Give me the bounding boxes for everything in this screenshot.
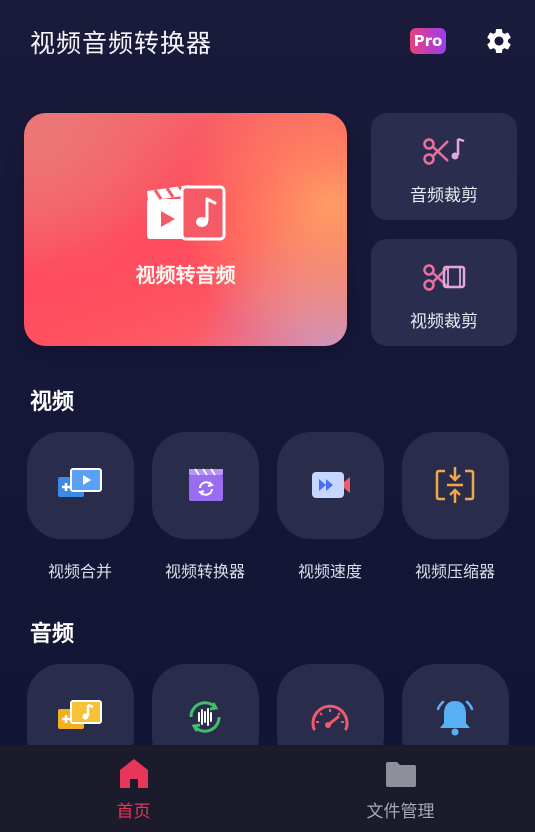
audio-trim-card[interactable]: 音频裁剪 [371, 113, 517, 220]
nav-file-manager[interactable]: 文件管理 [267, 745, 534, 832]
video-scissors-icon [423, 264, 466, 291]
pro-badge-button[interactable]: Pro [410, 28, 446, 54]
video-convert-icon [189, 468, 223, 501]
nav-file-manager-label: 文件管理 [366, 802, 435, 822]
app-title: 视频音频转换器 [30, 29, 213, 58]
audio-speed-icon [311, 704, 349, 731]
audio-convert-icon [189, 701, 221, 733]
video-speed-button[interactable] [277, 432, 384, 539]
audio-section-title: 音频 [30, 622, 75, 647]
nav-home[interactable]: 首页 [0, 745, 267, 832]
app-header: 视频音频转换器 Pro [0, 0, 535, 84]
video-merge-button[interactable] [27, 432, 134, 539]
video-section-title: 视频 [30, 390, 75, 415]
folder-icon [386, 762, 416, 787]
video-trim-label: 视频裁剪 [410, 312, 478, 332]
video-compressor-label: 视频压缩器 [414, 562, 495, 581]
settings-button[interactable] [484, 26, 514, 56]
home-icon [120, 759, 148, 788]
video-compress-icon [435, 467, 475, 503]
bottom-navigation: 首页 文件管理 [0, 745, 535, 832]
audio-scissors-icon [423, 137, 465, 165]
hero-label: 视频转音频 [135, 263, 236, 287]
video-to-audio-icon [147, 185, 226, 241]
audio-trim-label: 音频裁剪 [410, 186, 478, 206]
gear-icon [487, 28, 511, 53]
nav-home-label: 首页 [116, 802, 151, 822]
video-compressor-button[interactable] [402, 432, 509, 539]
audio-merge-icon [58, 700, 102, 729]
video-converter-label: 视频转换器 [164, 562, 245, 581]
video-speed-icon [312, 472, 350, 498]
video-merge-label: 视频合并 [47, 562, 112, 581]
video-speed-label: 视频速度 [297, 562, 362, 581]
video-merge-icon [58, 468, 102, 497]
video-trim-card[interactable]: 视频裁剪 [371, 239, 517, 346]
bell-icon [436, 700, 474, 736]
video-to-audio-card[interactable]: 视频转音频 [24, 113, 347, 346]
video-converter-button[interactable] [152, 432, 259, 539]
